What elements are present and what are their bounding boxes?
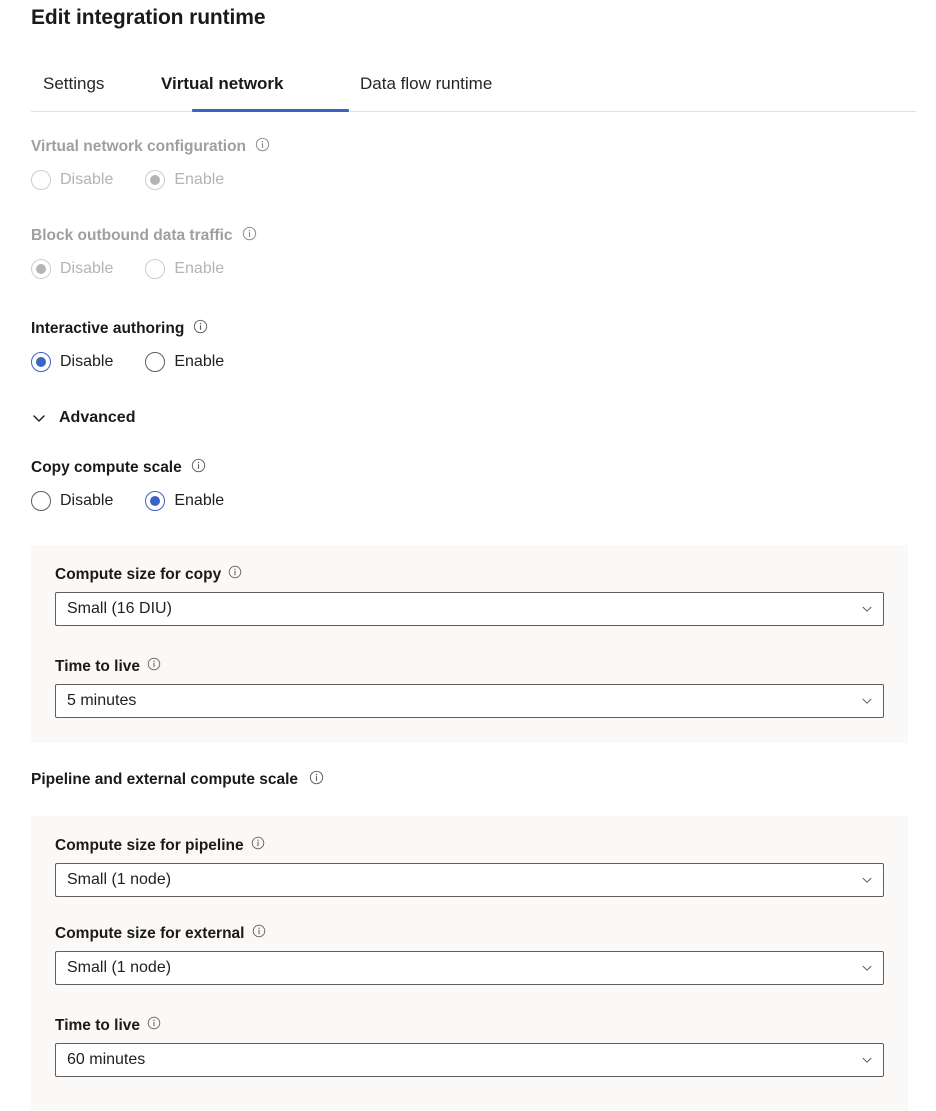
radio-label: Disable [60,259,113,279]
field-group-interactive-authoring: Interactive authoring Disable Enable [31,319,224,372]
radio-mark [145,259,165,279]
info-icon[interactable] [252,924,267,939]
block-outbound-data-traffic-label-text: Block outbound data traffic [31,226,233,246]
copy-time-to-live-label: Time to live [55,657,884,677]
compute-size-for-pipeline-dropdown[interactable]: Small (1 node) [55,863,884,897]
pipeline-time-to-live-dropdown[interactable]: 60 minutes [55,1043,884,1077]
compute-size-for-pipeline-field: Compute size for pipeline Small (1 node) [55,836,884,897]
radio-mark [145,352,165,372]
block-outbound-data-traffic-radios: Disable Enable [31,259,257,279]
compute-size-for-copy-label: Compute size for copy [55,565,884,585]
radio-vnet-enable: Enable [145,170,224,190]
radio-block-outbound-enable: Enable [145,259,224,279]
compute-size-for-pipeline-label: Compute size for pipeline [55,836,884,856]
info-icon[interactable] [193,319,208,334]
info-icon[interactable] [255,137,270,152]
field-group-copy-compute-scale: Copy compute scale Disable Enable [31,458,224,511]
interactive-authoring-label-text: Interactive authoring [31,319,184,339]
copy-time-to-live-field: Time to live 5 minutes [55,657,884,718]
radio-interactive-authoring-disable[interactable]: Disable [31,352,113,372]
compute-size-for-external-label: Compute size for external [55,924,884,944]
compute-size-for-external-dropdown[interactable]: Small (1 node) [55,951,884,985]
copy-compute-scale-label-text: Copy compute scale [31,458,182,478]
radio-label: Disable [60,491,113,511]
chevron-down-icon [860,961,874,975]
advanced-label: Advanced [59,408,135,428]
radio-label: Disable [60,352,113,372]
chevron-down-icon [860,873,874,887]
chevron-down-icon [31,410,47,426]
info-icon[interactable] [251,836,266,851]
radio-label: Enable [174,491,224,511]
radio-mark [31,259,51,279]
pipeline-time-to-live-field: Time to live 60 minutes [55,1016,884,1077]
chevron-down-icon [860,694,874,708]
compute-size-for-external-field: Compute size for external Small (1 node) [55,924,884,985]
copy-time-to-live-value: 5 minutes [67,691,860,711]
radio-mark [31,491,51,511]
tab-virtual-network[interactable]: Virtual network [161,72,284,96]
copy-compute-settings-panel: Compute size for copy Small (16 DIU) Tim… [31,545,908,743]
virtual-network-configuration-label: Virtual network configuration [31,137,270,157]
info-icon[interactable] [147,1016,162,1031]
pipeline-compute-settings-panel: Compute size for pipeline Small (1 node)… [31,816,908,1111]
pipeline-and-external-compute-scale-title-text: Pipeline and external compute scale [31,770,298,790]
tab-bar: Settings Virtual network Data flow runti… [31,72,916,114]
pipeline-time-to-live-value: 60 minutes [67,1050,860,1070]
radio-label: Enable [174,259,224,279]
copy-compute-scale-label: Copy compute scale [31,458,224,478]
field-group-virtual-network-configuration: Virtual network configuration Disable En… [31,137,270,190]
compute-size-for-copy-value: Small (16 DIU) [67,599,860,619]
interactive-authoring-label: Interactive authoring [31,319,224,339]
field-group-block-outbound-data-traffic: Block outbound data traffic Disable Enab… [31,226,257,279]
radio-vnet-disable: Disable [31,170,113,190]
pipeline-and-external-compute-scale-title: Pipeline and external compute scale [31,770,324,790]
tab-data-flow-runtime[interactable]: Data flow runtime [360,72,492,96]
chevron-down-icon [860,1053,874,1067]
pipeline-time-to-live-label: Time to live [55,1016,884,1036]
tab-selected-indicator [192,109,349,112]
tab-settings[interactable]: Settings [43,72,104,96]
radio-label: Enable [174,352,224,372]
pipeline-time-to-live-label-text: Time to live [55,1016,140,1036]
compute-size-for-external-value: Small (1 node) [67,958,860,978]
info-icon[interactable] [228,565,243,580]
info-icon[interactable] [147,657,162,672]
block-outbound-data-traffic-label: Block outbound data traffic [31,226,257,246]
compute-size-for-copy-dropdown[interactable]: Small (16 DIU) [55,592,884,626]
copy-time-to-live-label-text: Time to live [55,657,140,677]
copy-time-to-live-dropdown[interactable]: 5 minutes [55,684,884,718]
compute-size-for-pipeline-value: Small (1 node) [67,870,860,890]
tab-bar-divider [31,111,916,112]
radio-mark [31,170,51,190]
virtual-network-configuration-radios: Disable Enable [31,170,270,190]
page-title: Edit integration runtime [31,6,265,30]
chevron-down-icon [860,602,874,616]
interactive-authoring-radios: Disable Enable [31,352,224,372]
info-icon[interactable] [242,226,257,241]
radio-copy-compute-scale-disable[interactable]: Disable [31,491,113,511]
compute-size-for-copy-label-text: Compute size for copy [55,565,221,585]
radio-block-outbound-disable: Disable [31,259,113,279]
info-icon[interactable] [309,770,324,785]
radio-label: Disable [60,170,113,190]
radio-mark [145,170,165,190]
compute-size-for-copy-field: Compute size for copy Small (16 DIU) [55,565,884,626]
radio-mark [31,352,51,372]
compute-size-for-pipeline-label-text: Compute size for pipeline [55,836,244,856]
compute-size-for-external-label-text: Compute size for external [55,924,245,944]
radio-mark [145,491,165,511]
radio-copy-compute-scale-enable[interactable]: Enable [145,491,224,511]
radio-label: Enable [174,170,224,190]
radio-interactive-authoring-enable[interactable]: Enable [145,352,224,372]
advanced-section-toggle[interactable]: Advanced [31,408,135,428]
info-icon[interactable] [191,458,206,473]
copy-compute-scale-radios: Disable Enable [31,491,224,511]
virtual-network-configuration-label-text: Virtual network configuration [31,137,246,157]
